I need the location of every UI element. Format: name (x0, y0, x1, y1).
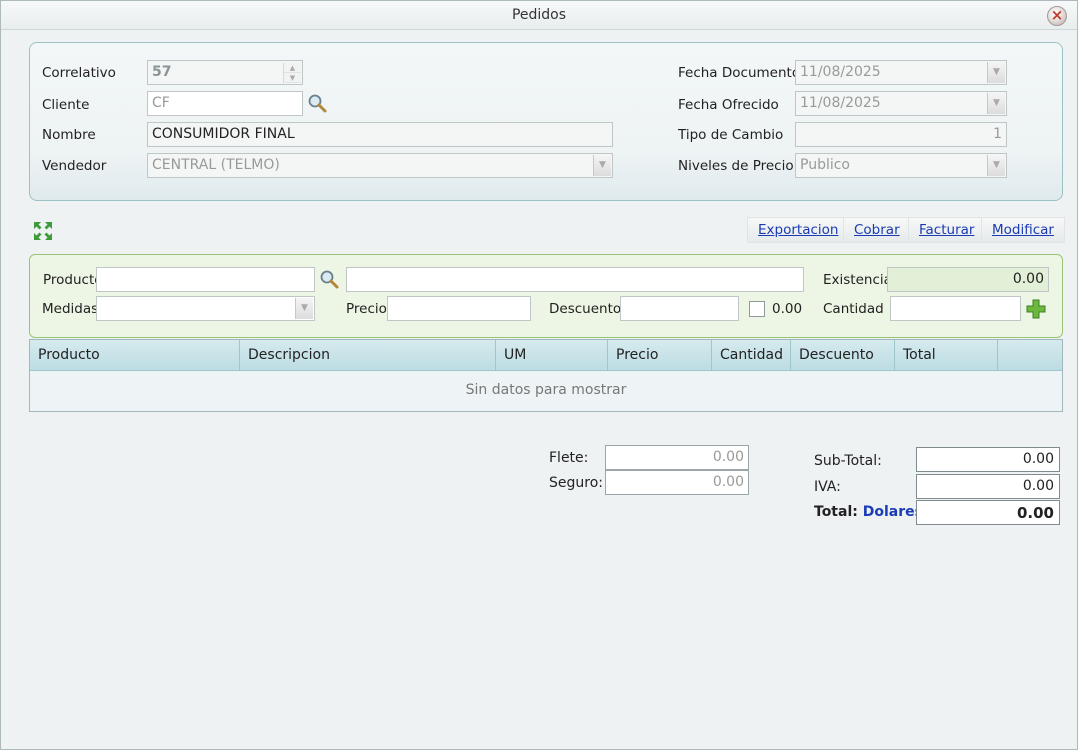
vendedor-value: CENTRAL (TELMO) (152, 157, 280, 173)
column-header[interactable]: Total (895, 340, 998, 371)
subtotal-label: Sub-Total: (814, 453, 882, 469)
existencia-field: 0.00 (887, 267, 1049, 292)
iva-label: IVA: (814, 479, 841, 495)
expand-icon[interactable] (33, 221, 53, 241)
total-label: Total: Dolares (814, 504, 923, 520)
cantidad-label: Cantidad (823, 301, 884, 317)
fecha-documento-label: Fecha Documento (678, 65, 801, 81)
fecha-documento-value: 11/08/2025 (800, 64, 881, 80)
fecha-ofrecido-label: Fecha Ofrecido (678, 97, 779, 113)
cliente-field[interactable]: CF (147, 91, 303, 116)
modificar-button[interactable]: Modificar (981, 217, 1065, 243)
medidas-select[interactable]: ▼ (96, 296, 315, 321)
descuento-checkbox[interactable] (749, 301, 765, 317)
column-header[interactable]: Descuento (791, 340, 895, 371)
title-bar: Pedidos × (1, 1, 1077, 30)
chevron-down-icon[interactable]: ▼ (987, 155, 1005, 176)
grid-header: Producto Descripcion UM Precio Cantidad … (30, 340, 1062, 371)
chevron-down-icon[interactable]: ▼ (987, 62, 1005, 83)
column-header[interactable]: Precio (608, 340, 712, 371)
descuento-percent: 0.00 (772, 301, 803, 317)
search-icon[interactable] (319, 269, 339, 289)
niveles-precio-label: Niveles de Precio (678, 158, 794, 174)
cliente-label: Cliente (42, 97, 90, 113)
search-icon[interactable] (307, 93, 327, 113)
column-header[interactable]: Producto (30, 340, 240, 371)
chevron-down-icon[interactable]: ▼ (295, 298, 313, 319)
producto-label: Producto (43, 272, 103, 288)
descripcion-input[interactable] (346, 267, 804, 292)
total-label-text: Total: (814, 504, 863, 520)
tipo-cambio-label: Tipo de Cambio (678, 127, 784, 143)
subtotal-value: 0.00 (916, 447, 1060, 472)
correlativo-spinner[interactable]: ▲ ▼ (283, 63, 301, 83)
total-value: 0.00 (916, 500, 1060, 525)
currency-label: Dolares (862, 504, 923, 520)
grid-empty-message: Sin datos para mostrar (465, 382, 627, 398)
correlativo-label: Correlativo (42, 65, 116, 81)
tipo-cambio-field[interactable]: 1 (795, 122, 1007, 147)
descuento-label: Descuento (549, 301, 622, 317)
correlativo-field[interactable]: 57 ▲ ▼ (147, 60, 303, 85)
spin-down-icon[interactable]: ▼ (284, 73, 301, 83)
producto-input[interactable] (96, 267, 315, 292)
fecha-documento-field[interactable]: 11/08/2025 ▼ (795, 60, 1007, 85)
chevron-down-icon[interactable]: ▼ (987, 93, 1005, 114)
nombre-field[interactable]: CONSUMIDOR FINAL (147, 122, 613, 147)
correlativo-value: 57 (152, 64, 172, 80)
existencia-label: Existencia (823, 272, 892, 288)
exportacion-button[interactable]: Exportacion (747, 217, 850, 243)
vendedor-select[interactable]: CENTRAL (TELMO) ▼ (147, 153, 613, 178)
column-header[interactable]: Cantidad (712, 340, 791, 371)
items-grid: Producto Descripcion UM Precio Cantidad … (29, 339, 1063, 412)
precio-input[interactable] (387, 296, 531, 321)
cantidad-input[interactable] (890, 296, 1021, 321)
precio-label: Precio (346, 301, 387, 317)
window-title: Pedidos (511, 7, 567, 23)
descuento-input[interactable] (620, 296, 739, 321)
fecha-ofrecido-field[interactable]: 11/08/2025 ▼ (795, 91, 1007, 116)
niveles-precio-select[interactable]: Publico ▼ (795, 153, 1007, 178)
seguro-input[interactable]: 0.00 (605, 470, 749, 495)
facturar-button[interactable]: Facturar (908, 217, 986, 243)
medidas-label: Medidas (42, 301, 99, 317)
plus-icon[interactable] (1026, 299, 1046, 319)
cobrar-button[interactable]: Cobrar (843, 217, 911, 243)
spin-up-icon[interactable]: ▲ (284, 63, 301, 73)
flete-label: Flete: (549, 450, 589, 466)
iva-value: 0.00 (916, 474, 1060, 499)
vendedor-label: Vendedor (42, 158, 107, 174)
pedidos-window: Pedidos × Correlativo 57 ▲ ▼ Cliente CF N… (0, 0, 1078, 750)
seguro-label: Seguro: (549, 475, 603, 491)
chevron-down-icon[interactable]: ▼ (593, 155, 611, 176)
fecha-ofrecido-value: 11/08/2025 (800, 95, 881, 111)
niveles-precio-value: Publico (800, 157, 850, 173)
flete-input[interactable]: 0.00 (605, 445, 749, 470)
close-icon[interactable]: × (1047, 6, 1067, 26)
nombre-label: Nombre (42, 127, 96, 143)
column-header[interactable]: UM (496, 340, 608, 371)
column-header[interactable]: Descripcion (240, 340, 496, 371)
